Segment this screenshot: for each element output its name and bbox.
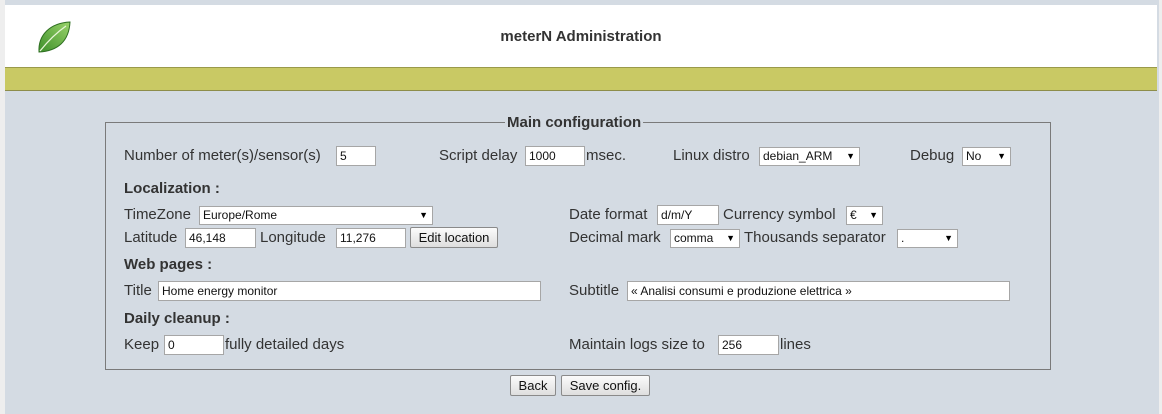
logs-size-input[interactable] [718,335,779,355]
keep-days-input[interactable] [164,335,224,355]
subtitle-label: Subtitle [569,282,620,299]
app-title: meterN Administration [500,28,662,45]
decimal-mark-select[interactable]: comma ▼ [670,229,740,248]
chevron-down-icon: ▼ [944,233,953,243]
title-label: Title [124,282,152,299]
debug-value: No [966,149,982,163]
keep-label: Keep [124,336,160,353]
script-delay-unit: msec. [586,147,627,164]
currency-value: € [850,208,857,222]
currency-select[interactable]: € ▼ [846,206,883,225]
script-delay-label: Script delay [439,147,518,164]
chevron-down-icon: ▼ [997,151,1006,161]
date-format-input[interactable] [657,205,719,225]
panel-legend: Main configuration [507,114,642,131]
meters-label: Number of meter(s)/sensor(s) [124,147,321,164]
meters-input[interactable] [336,146,376,166]
linux-distro-select[interactable]: debian_ARM ▼ [759,147,860,166]
chevron-down-icon: ▼ [726,233,735,243]
chevron-down-icon: ▼ [419,210,428,220]
decimal-mark-value: comma [674,231,714,245]
thousands-separator-value: . [901,231,905,245]
longitude-label: Longitude [260,229,326,246]
back-button[interactable]: Back [510,375,556,396]
page-header: meterN Administration [5,5,1157,68]
chevron-down-icon: ▼ [869,210,878,220]
subtitle-input[interactable] [627,281,1010,301]
thousands-separator-select[interactable]: . ▼ [897,229,958,248]
edit-location-button[interactable]: Edit location [410,227,498,248]
decimal-mark-label: Decimal mark [569,229,661,246]
timezone-label: TimeZone [124,206,191,223]
daily-cleanup-heading: Daily cleanup : [124,310,230,327]
debug-label: Debug [910,147,955,164]
timezone-value: Europe/Rome [203,208,278,222]
localization-heading: Localization : [124,180,220,197]
logs-size-label: Maintain logs size to [569,336,705,353]
latitude-label: Latitude [124,229,178,246]
latitude-input[interactable] [185,228,256,248]
linux-distro-value: debian_ARM [763,149,833,163]
logs-size-suffix: lines [780,336,811,353]
thousands-separator-label: Thousands separator [744,229,886,246]
chevron-down-icon: ▼ [846,151,855,161]
title-input[interactable] [158,281,541,301]
keep-suffix: fully detailed days [225,336,345,353]
date-format-label: Date format [569,206,648,223]
timezone-select[interactable]: Europe/Rome ▼ [199,206,433,225]
linux-distro-label: Linux distro [673,147,750,164]
save-config-button[interactable]: Save config. [561,375,650,396]
longitude-input[interactable] [336,228,406,248]
web-pages-heading: Web pages : [124,256,213,273]
currency-label: Currency symbol [723,206,836,223]
debug-select[interactable]: No ▼ [962,147,1011,166]
header-band [5,68,1157,91]
script-delay-input[interactable] [525,146,585,166]
